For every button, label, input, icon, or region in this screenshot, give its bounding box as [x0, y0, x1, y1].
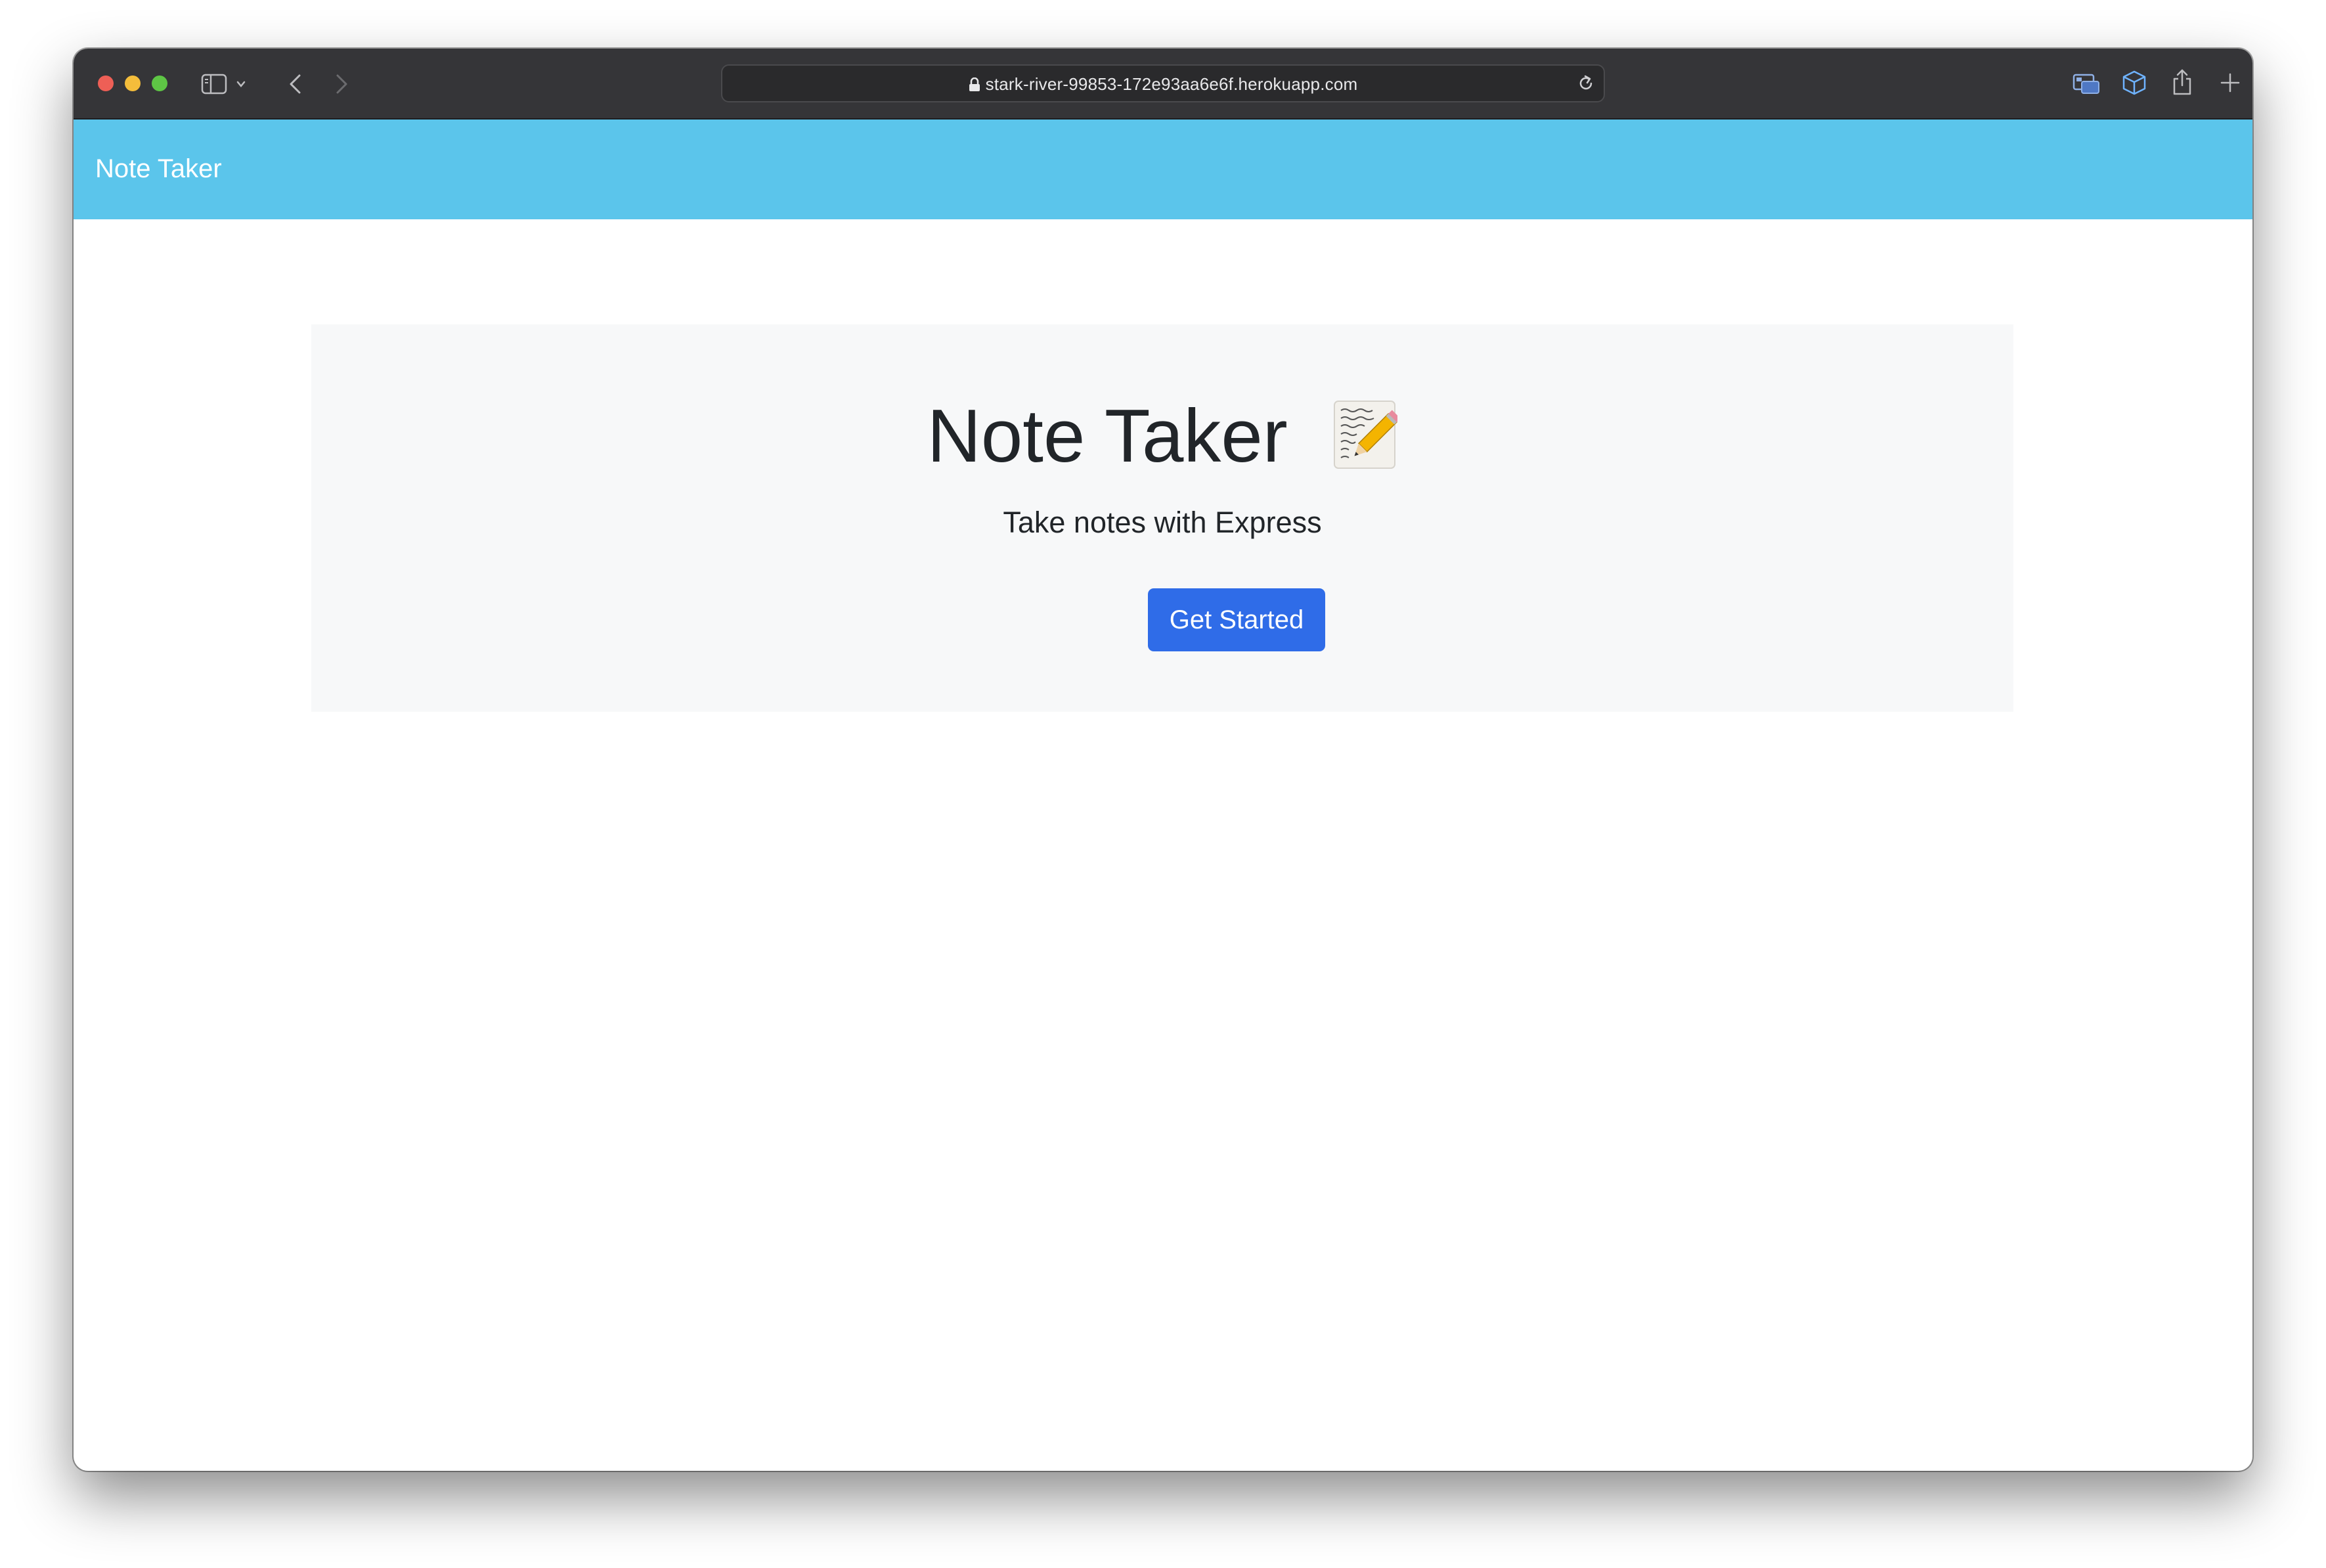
address-bar[interactable]: stark-river-99853-172e93aa6e6f.herokuapp…: [721, 64, 1605, 102]
minimize-window-button[interactable]: [125, 76, 141, 91]
navbar-brand[interactable]: Note Taker: [95, 154, 222, 184]
sidebar-toggle-icon[interactable]: [201, 74, 227, 95]
maximize-window-button[interactable]: [152, 76, 167, 91]
hero-title: Note Taker: [311, 389, 2013, 479]
chevron-down-icon[interactable]: [236, 80, 246, 88]
hero-section: Note Taker Take notes with Express Get S…: [311, 324, 2013, 712]
reload-icon[interactable]: [1576, 74, 1596, 93]
hero-title-text: Note Taker: [927, 394, 1288, 478]
memo-icon: [1334, 400, 1398, 469]
browser-window: stark-river-99853-172e93aa6e6f.herokuapp…: [74, 49, 2252, 1471]
new-tab-icon[interactable]: [2220, 72, 2241, 93]
extension-cube-icon[interactable]: [2121, 70, 2147, 96]
navbar: Note Taker: [74, 120, 2252, 219]
browser-toolbar: stark-river-99853-172e93aa6e6f.herokuapp…: [74, 49, 2252, 120]
forward-arrow-icon[interactable]: [334, 74, 349, 95]
close-window-button[interactable]: [98, 76, 114, 91]
picture-in-picture-icon[interactable]: [2073, 72, 2100, 95]
get-started-button[interactable]: Get Started: [1148, 588, 1325, 651]
share-icon[interactable]: [2171, 68, 2193, 96]
lock-icon: [969, 77, 980, 91]
back-arrow-icon[interactable]: [288, 74, 303, 95]
hero-subtitle: Take notes with Express: [1003, 506, 1322, 539]
url-text: stark-river-99853-172e93aa6e6f.herokuapp…: [985, 74, 1358, 94]
url-display: stark-river-99853-172e93aa6e6f.herokuapp…: [722, 74, 1604, 94]
